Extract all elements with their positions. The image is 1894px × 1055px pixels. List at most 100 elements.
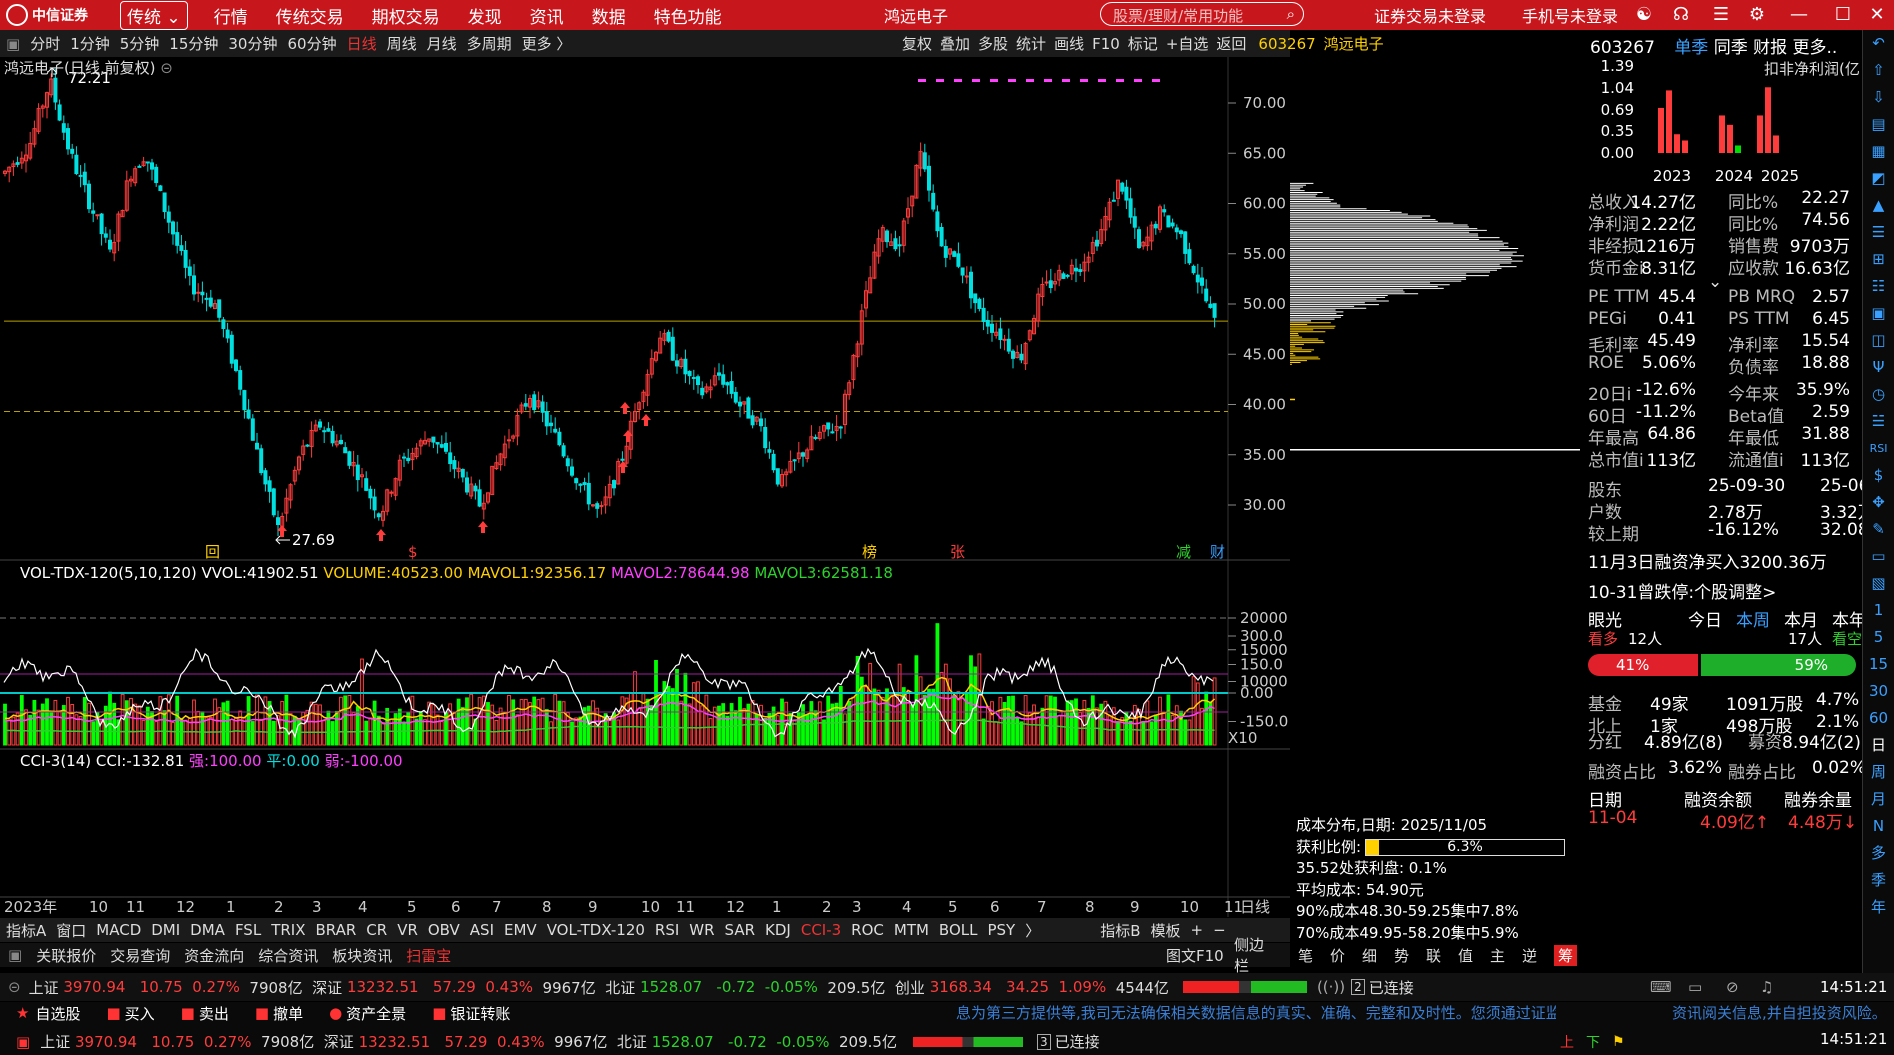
period-tab[interactable]: 1分钟	[70, 33, 110, 54]
indicator-tab[interactable]: 指标A	[6, 920, 46, 941]
close-icon[interactable]: ✕	[1866, 4, 1888, 26]
minimize-icon[interactable]: —	[1788, 4, 1810, 26]
quote-detail-tab[interactable]: 联	[1426, 945, 1441, 966]
back-button[interactable]: 返回	[1216, 33, 1246, 54]
down-arrow-icon[interactable]: 下	[1586, 1032, 1600, 1052]
indicator-tab[interactable]: ROC	[851, 921, 884, 939]
draw-button[interactable]: 画线	[1054, 33, 1084, 54]
mute-icon[interactable]: ⊘	[1726, 978, 1739, 996]
side-tool-icon[interactable]: 年	[1863, 894, 1894, 921]
indicator-tab[interactable]: VR	[397, 921, 418, 939]
bottom-right-tab[interactable]: 图文F10	[1166, 945, 1224, 966]
f10-button[interactable]: F10	[1092, 35, 1120, 53]
side-tool-icon[interactable]: 日	[1863, 732, 1894, 759]
sentiment-tab[interactable]: 本周	[1736, 606, 1770, 631]
period-tab[interactable]: 60分钟	[287, 33, 336, 54]
period-tab[interactable]: 30分钟	[228, 33, 277, 54]
fin-tab[interactable]: 同季	[1714, 38, 1748, 58]
quote-detail-tab[interactable]: 细	[1362, 945, 1377, 966]
up-arrow-icon[interactable]: 上	[1560, 1032, 1574, 1052]
side-tool-icon[interactable]: 15	[1863, 651, 1894, 678]
indicator-tab[interactable]: EMV	[504, 921, 537, 939]
menu-quote[interactable]: 行情	[214, 3, 248, 28]
quote-detail-tab[interactable]: 筹	[1554, 944, 1578, 966]
period-tab[interactable]: 更多 〉	[522, 33, 572, 54]
status-settings-icon[interactable]: ⊝	[8, 978, 21, 996]
keyboard-icon[interactable]: ⌨	[1650, 978, 1672, 996]
indicator-tab[interactable]: KDJ	[765, 921, 791, 939]
indicator-tab[interactable]: RSI	[655, 921, 679, 939]
period-tab[interactable]: 月线	[427, 33, 457, 54]
bottom-tab[interactable]: 扫雷宝	[406, 945, 451, 966]
watchlist-button[interactable]: 自选股	[35, 1003, 80, 1024]
side-tool-icon[interactable]: RSI	[1863, 435, 1894, 462]
side-tool-icon[interactable]: Ψ	[1863, 354, 1894, 381]
side-tool-icon[interactable]: ✎	[1863, 516, 1894, 543]
indicator-tab[interactable]: 〉	[1025, 920, 1040, 941]
side-tool-icon[interactable]: ▲	[1863, 192, 1894, 219]
quote-detail-tab[interactable]: 价	[1330, 945, 1345, 966]
period-tab[interactable]: 15分钟	[169, 33, 218, 54]
quote-detail-tab[interactable]: 逆	[1522, 945, 1537, 966]
indicator-tab[interactable]: PSY	[987, 921, 1015, 939]
sell-button[interactable]: 卖出	[199, 1003, 229, 1024]
period-tab[interactable]: 多周期	[467, 33, 512, 54]
side-tool-icon[interactable]: 1	[1863, 597, 1894, 624]
mark-button[interactable]: 标记	[1128, 33, 1158, 54]
indicator-tab[interactable]: 模板	[1151, 920, 1181, 941]
limit-down-news[interactable]: 10-31曾跌停:个股调整>	[1588, 578, 1776, 603]
cancel-order-button[interactable]: 撤单	[273, 1003, 303, 1024]
indicator-tab[interactable]: 指标B	[1100, 920, 1140, 941]
indicator-tab[interactable]: 窗口	[56, 920, 86, 941]
document-icon[interactable]: ☰	[1710, 4, 1732, 26]
period-tab[interactable]: 分时	[30, 33, 60, 54]
bottom-tab[interactable]: 资金流向	[184, 945, 244, 966]
indicator-tab[interactable]: +	[1191, 921, 1204, 939]
indicator-tab[interactable]: VOL-TDX-120	[547, 921, 645, 939]
side-tool-icon[interactable]: ▭	[1863, 543, 1894, 570]
side-tool-icon[interactable]: ▤	[1863, 111, 1894, 138]
side-tool-icon[interactable]: ◫	[1863, 327, 1894, 354]
multi-stock-button[interactable]: 多股	[978, 33, 1008, 54]
side-tool-icon[interactable]: ◷	[1863, 381, 1894, 408]
assets-button[interactable]: 资产全景	[346, 1003, 406, 1024]
flag-icon[interactable]: ⚑	[1612, 1034, 1625, 1050]
search-input[interactable]: 股票/理财/常用功能 ⌕	[1100, 2, 1304, 26]
side-tool-icon[interactable]: ✥	[1863, 489, 1894, 516]
adjust-button[interactable]: 复权	[902, 33, 932, 54]
indicator-tab[interactable]: SAR	[725, 921, 755, 939]
stats-button[interactable]: 统计	[1016, 33, 1046, 54]
add-watchlist-button[interactable]: +自选	[1166, 33, 1209, 54]
monitor-icon[interactable]: ▭	[1688, 978, 1702, 996]
side-tool-icon[interactable]: ↶	[1863, 30, 1894, 57]
menu-data[interactable]: 数据	[592, 3, 626, 28]
indicator-tab[interactable]: FSL	[235, 921, 261, 939]
headset-icon[interactable]: ☊	[1670, 4, 1692, 26]
side-tool-icon[interactable]: 30	[1863, 678, 1894, 705]
side-tool-icon[interactable]: ⇩	[1863, 84, 1894, 111]
quote-detail-tab[interactable]: 势	[1394, 945, 1409, 966]
fin-tab[interactable]: 财报	[1753, 38, 1787, 58]
indicator-tab[interactable]: DMA	[190, 921, 225, 939]
gear-icon[interactable]: ⚙	[1746, 4, 1768, 26]
period-tab-active[interactable]: 日线	[347, 33, 377, 54]
period-tab[interactable]: 周线	[387, 33, 417, 54]
side-tool-icon[interactable]: ⇧	[1863, 57, 1894, 84]
indicator-tab[interactable]: −	[1213, 921, 1226, 939]
side-tool-icon[interactable]: 季	[1863, 867, 1894, 894]
bell-icon[interactable]: ♫	[1760, 978, 1773, 996]
quote-detail-tab[interactable]: 值	[1458, 945, 1473, 966]
bottom-tab[interactable]: 关联报价	[36, 945, 96, 966]
side-tool-icon[interactable]: ☷	[1863, 273, 1894, 300]
period-tab[interactable]: 5分钟	[120, 33, 160, 54]
side-tool-icon[interactable]: 5	[1863, 624, 1894, 651]
settings-circle-icon[interactable]: ⊝	[160, 59, 173, 77]
bottom-right-tab[interactable]: 侧边栏	[1234, 934, 1276, 976]
fin-tab[interactable]: 更多..	[1793, 38, 1838, 58]
indicator-tab[interactable]: WR	[689, 921, 714, 939]
panel-toggle-icon[interactable]: ▣	[8, 946, 22, 964]
fin-tab-active[interactable]: 单季	[1674, 38, 1708, 58]
indicator-tab[interactable]: BRAR	[315, 921, 356, 939]
bottom-tab[interactable]: 综合资讯	[258, 945, 318, 966]
side-tool-icon[interactable]: $	[1863, 462, 1894, 489]
